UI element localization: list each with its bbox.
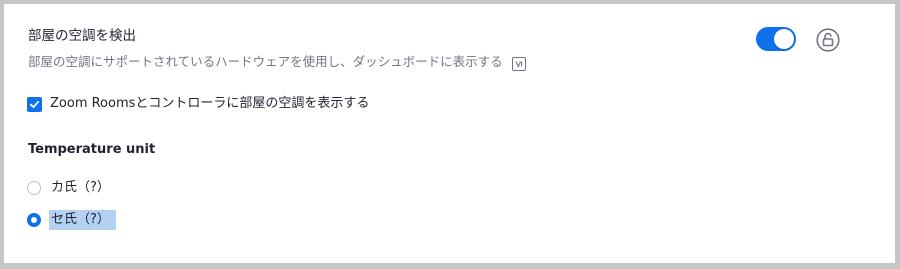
setting-description: 部屋の空調にサポートされているハードウェアを使用し、ダッシュボードに表示する xyxy=(28,53,526,71)
setting-title: 部屋の空調を検出 xyxy=(28,28,136,44)
show-climate-checkbox-label: Zoom Roomsとコントローラに部屋の空調を表示する xyxy=(50,96,370,111)
checkmark-icon xyxy=(29,100,40,108)
fahrenheit-option[interactable]: カ氏（?） xyxy=(27,178,114,198)
detect-climate-toggle[interactable] xyxy=(756,27,796,51)
setting-description-text: 部屋の空調にサポートされているハードウェアを使用し、ダッシュボードに表示する xyxy=(28,54,503,69)
show-climate-checkbox-row[interactable]: Zoom Roomsとコントローラに部屋の空調を表示する xyxy=(27,95,369,113)
celsius-radio[interactable] xyxy=(27,213,41,227)
show-climate-checkbox[interactable] xyxy=(27,96,42,112)
v-icon[interactable] xyxy=(511,57,526,71)
temperature-unit-label: Temperature unit xyxy=(28,142,156,157)
unlock-icon[interactable] xyxy=(816,28,840,52)
toggle-knob xyxy=(774,29,794,49)
settings-panel: 部屋の空調を検出 部屋の空調にサポートされているハードウェアを使用し、ダッシュボ… xyxy=(4,4,895,263)
fahrenheit-label: カ氏（?） xyxy=(51,180,110,195)
celsius-label: セ氏（?） xyxy=(49,210,116,230)
fahrenheit-radio[interactable] xyxy=(27,181,41,195)
celsius-option[interactable]: セ氏（?） xyxy=(27,210,116,230)
